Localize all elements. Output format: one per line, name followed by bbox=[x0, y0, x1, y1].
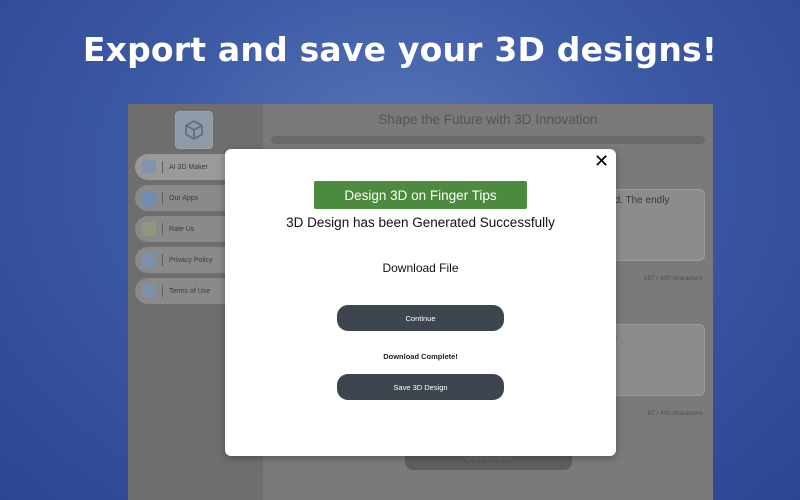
close-icon[interactable]: ✕ bbox=[594, 153, 609, 171]
page-title: Shape the Future with 3D Innovation bbox=[378, 112, 598, 127]
sidebar-item-label: Terms of Use bbox=[169, 287, 211, 295]
sidebar-item-label: Rate Us bbox=[169, 225, 195, 233]
divider bbox=[162, 192, 163, 204]
download-label: Download File bbox=[382, 261, 459, 275]
cube-icon bbox=[142, 160, 156, 174]
star-icon bbox=[142, 222, 156, 236]
continue-button[interactable]: Continue bbox=[337, 305, 504, 331]
progress-track bbox=[271, 136, 705, 144]
divider bbox=[162, 254, 163, 266]
shield-icon bbox=[142, 253, 156, 267]
success-message: 3D Design has been Generated Successfull… bbox=[286, 215, 555, 230]
divider bbox=[162, 285, 163, 297]
apps-icon bbox=[142, 191, 156, 205]
sidebar-item-label: Privacy Policy bbox=[169, 256, 213, 264]
char-count-2: 87 / 400 characters bbox=[647, 410, 703, 417]
sidebar-item-label: AI 3D Maker bbox=[169, 163, 208, 171]
document-icon bbox=[142, 284, 156, 298]
char-count-1: 167 / 400 characters bbox=[643, 275, 703, 282]
download-complete-message: Download Complete! bbox=[383, 352, 458, 361]
promo-badge: Design 3D on Finger Tips bbox=[314, 181, 527, 209]
divider bbox=[162, 161, 163, 173]
save-3d-design-button[interactable]: Save 3D Design bbox=[337, 374, 504, 400]
promo-headline: Export and save your 3D designs! bbox=[82, 30, 718, 69]
cube-logo-icon bbox=[175, 111, 213, 149]
download-modal: ✕ Design 3D on Finger Tips 3D Design has… bbox=[225, 149, 616, 456]
divider bbox=[162, 223, 163, 235]
sidebar-item-label: Our Apps bbox=[169, 194, 199, 202]
